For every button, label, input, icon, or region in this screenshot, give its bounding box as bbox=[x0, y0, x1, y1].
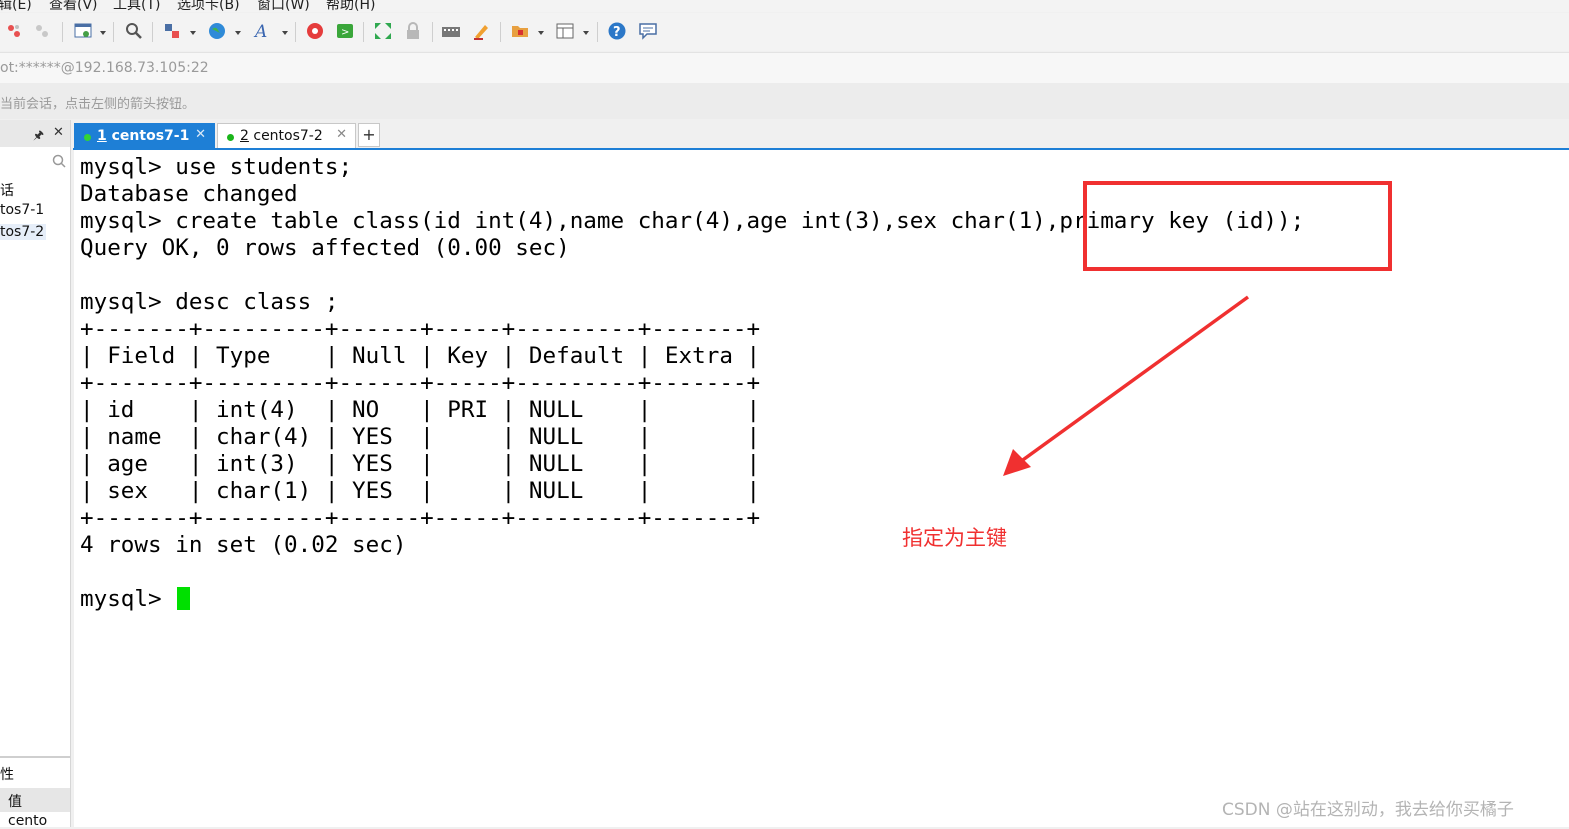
annotation-text: 指定为主键 bbox=[902, 526, 1007, 550]
menu-view[interactable]: 查看(V) bbox=[49, 0, 98, 12]
session-tab-bar: 1 centos7-1 ✕ 2 centos7-2 ✕ + bbox=[73, 120, 1569, 149]
keyboard-icon[interactable] bbox=[441, 21, 461, 41]
tab-number: 2 bbox=[240, 128, 249, 144]
new-tab-button[interactable]: + bbox=[358, 123, 380, 147]
find-icon[interactable] bbox=[124, 21, 144, 41]
font-icon[interactable]: A bbox=[253, 21, 273, 41]
svg-text:?: ? bbox=[613, 25, 621, 40]
properties-column-header: 值 bbox=[0, 788, 70, 812]
chevron-down-icon[interactable] bbox=[100, 31, 106, 35]
terminal-line: +-------+---------+------+-----+--------… bbox=[80, 370, 761, 396]
toolbar-divider bbox=[152, 22, 153, 42]
properties-value-column: 值 bbox=[8, 794, 22, 810]
chevron-down-icon[interactable] bbox=[583, 31, 589, 35]
new-session-icon[interactable] bbox=[4, 21, 24, 41]
toolbar: A > ? bbox=[0, 13, 1569, 51]
close-icon[interactable]: ✕ bbox=[53, 125, 64, 140]
globe-icon[interactable] bbox=[207, 21, 227, 41]
toolbar-divider bbox=[597, 22, 598, 42]
svg-text:A: A bbox=[253, 22, 267, 41]
highlight-icon[interactable] bbox=[471, 21, 491, 41]
disconnect-icon[interactable] bbox=[32, 21, 52, 41]
connected-status-icon bbox=[84, 134, 91, 141]
compose-icon[interactable] bbox=[510, 21, 530, 41]
chevron-down-icon[interactable] bbox=[235, 31, 241, 35]
chevron-down-icon[interactable] bbox=[538, 31, 544, 35]
fullscreen-icon[interactable] bbox=[373, 21, 393, 41]
terminal-line: 4 rows in set (0.02 sec) bbox=[80, 532, 407, 558]
watermark: CSDN @站在这别动，我去给你买橘子 bbox=[1222, 800, 1514, 820]
terminal-line: Database changed bbox=[80, 181, 298, 207]
address-bar[interactable]: ot:******@192.168.73.105:22 bbox=[0, 52, 1569, 84]
close-icon[interactable]: ✕ bbox=[195, 127, 206, 142]
toolbar-divider bbox=[363, 22, 364, 42]
xftp-icon[interactable] bbox=[305, 21, 325, 41]
menu-bar: 辑(E) 查看(V) 工具(T) 选项卡(B) 窗口(W) 帮助(H) bbox=[0, 0, 1569, 12]
toolbar-divider bbox=[62, 22, 63, 42]
terminal-line: | sex | char(1) | YES | | NULL | | bbox=[80, 478, 761, 504]
session-manager-panel: 🖈 ✕ 话 tos7-1 tos7-2 性 值 cento bbox=[0, 120, 71, 829]
session-item-centos7-2[interactable]: tos7-2 bbox=[0, 224, 46, 240]
toolbar-divider bbox=[500, 22, 501, 42]
menu-edit[interactable]: 辑(E) bbox=[0, 0, 32, 12]
help-icon[interactable]: ? bbox=[607, 21, 627, 41]
terminal-line: mysql> desc class ; bbox=[80, 289, 339, 315]
terminal-line: +-------+---------+------+-----+--------… bbox=[80, 316, 761, 342]
tab-label: centos7-2 bbox=[248, 128, 323, 144]
menu-help[interactable]: 帮助(H) bbox=[326, 0, 375, 12]
terminal-line: | name | char(4) | YES | | NULL | | bbox=[80, 424, 761, 450]
lock-icon[interactable] bbox=[403, 21, 423, 41]
session-manager-header: 🖈 ✕ bbox=[0, 120, 70, 147]
menu-window[interactable]: 窗口(W) bbox=[257, 0, 310, 12]
toolbar-divider bbox=[295, 22, 296, 42]
terminal-line: +-------+---------+------+-----+--------… bbox=[80, 505, 761, 531]
hint-text: 当前会话，点击左侧的箭头按钮。 bbox=[0, 97, 196, 112]
toolbar-divider bbox=[113, 22, 114, 42]
terminal-line: Query OK, 0 rows affected (0.00 sec) bbox=[80, 235, 570, 261]
session-tree-root[interactable]: 话 bbox=[0, 180, 14, 200]
properties-icon[interactable] bbox=[73, 21, 93, 41]
terminal-cursor bbox=[177, 587, 190, 610]
chevron-down-icon[interactable] bbox=[190, 31, 196, 35]
close-icon[interactable]: ✕ bbox=[336, 127, 347, 142]
transfer-icon[interactable] bbox=[162, 21, 182, 41]
terminal-line: | age | int(3) | YES | | NULL | | bbox=[80, 451, 761, 477]
session-item-centos7-1[interactable]: tos7-1 bbox=[0, 202, 44, 218]
properties-divider bbox=[0, 756, 70, 758]
tab-centos7-1[interactable]: 1 centos7-1 ✕ bbox=[74, 123, 215, 149]
layout-icon[interactable] bbox=[555, 21, 575, 41]
pin-icon[interactable]: 🖈 bbox=[33, 126, 44, 147]
connected-status-icon bbox=[227, 134, 234, 141]
xshell-icon[interactable]: > bbox=[335, 21, 355, 41]
menu-tabs[interactable]: 选项卡(B) bbox=[177, 0, 240, 12]
svg-text:>: > bbox=[341, 27, 349, 38]
terminal-line: | id | int(4) | NO | PRI | NULL | | bbox=[80, 397, 761, 423]
chevron-down-icon[interactable] bbox=[282, 31, 288, 35]
terminal-line: | Field | Type | Null | Key | Default | … bbox=[80, 343, 761, 369]
terminal-prompt: mysql> bbox=[80, 586, 176, 612]
toolbar-divider bbox=[432, 22, 433, 42]
menu-tools[interactable]: 工具(T) bbox=[113, 0, 160, 12]
highlight-box bbox=[1083, 181, 1392, 271]
hint-bar: 当前会话，点击左侧的箭头按钮。 bbox=[0, 83, 1569, 119]
search-icon[interactable] bbox=[52, 154, 66, 168]
chat-icon[interactable] bbox=[638, 21, 658, 41]
tab-centos7-2[interactable]: 2 centos7-2 ✕ bbox=[217, 123, 356, 149]
properties-title: 性 bbox=[0, 767, 14, 783]
address-text: ot:******@192.168.73.105:22 bbox=[0, 60, 209, 76]
tab-number: 1 bbox=[97, 128, 107, 144]
tab-label: centos7-1 bbox=[106, 128, 190, 144]
terminal-line: mysql> use students; bbox=[80, 154, 353, 180]
